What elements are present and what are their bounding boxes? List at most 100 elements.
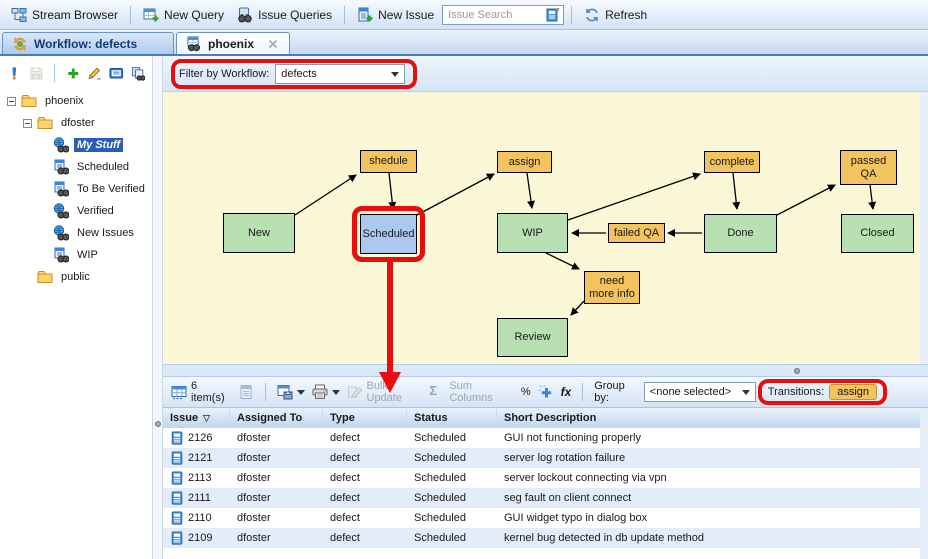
toolbar-separator xyxy=(265,383,266,401)
table-row-issue-2121[interactable]: 2121dfosterdefectScheduledserver log rot… xyxy=(163,448,920,468)
new-query-icon xyxy=(143,7,159,23)
new-query-label: New Query xyxy=(164,8,224,22)
toolbar-separator xyxy=(130,6,131,24)
tree-item-dfoster[interactable]: dfoster xyxy=(0,112,152,134)
group-by-dropdown[interactable]: <none selected> xyxy=(644,382,756,402)
issue-table-header: Issue ▽ Assigned To Type Status Short De… xyxy=(163,408,920,429)
issue-type: defect xyxy=(330,472,360,484)
new-issue-button[interactable]: New Issue xyxy=(352,5,439,25)
fx-button[interactable]: fx xyxy=(561,385,572,399)
6-item-s-button[interactable]: 6 item(s) xyxy=(171,380,231,404)
assigned-to: dfoster xyxy=(237,452,271,464)
node-label: need more info xyxy=(586,275,638,301)
stream-browser-button[interactable]: Stream Browser xyxy=(6,5,123,25)
table-row-issue-2113[interactable]: 2113dfosterdefectScheduledserver lockout… xyxy=(163,468,920,488)
workflow-state-node-wip[interactable]: WIP xyxy=(497,213,568,253)
issue-table-body: 2126dfosterdefectScheduledGUI not functi… xyxy=(163,428,920,559)
save-icon xyxy=(29,65,44,82)
add-icon[interactable] xyxy=(66,65,81,82)
-button[interactable]: % xyxy=(521,386,531,398)
sum-columns-button: ΣSum Columns xyxy=(429,380,513,404)
workflow-transition-node-shedule[interactable]: shedule xyxy=(360,150,417,173)
workflow-transition-node-complete[interactable]: complete xyxy=(704,151,760,173)
issue-search[interactable] xyxy=(442,5,564,25)
splitter-handle-icon[interactable] xyxy=(155,421,161,427)
add-columns-button[interactable] xyxy=(538,384,554,400)
column-header-assigned-to[interactable]: Assigned To xyxy=(230,408,323,428)
tree-item-scheduled[interactable]: Scheduled xyxy=(0,156,152,178)
workflow-transition-node-need-more-info[interactable]: need more info xyxy=(584,271,640,304)
main-panel: Filter by Workflow: defects shedule assig… xyxy=(163,56,928,559)
chevron-down-icon[interactable] xyxy=(332,390,340,399)
node-label: shedule xyxy=(369,155,408,168)
workflow-transition-node-passed-qa[interactable]: passed QA xyxy=(840,150,897,185)
group-by-group: Group by: <none selected> xyxy=(594,380,756,404)
workflow-transition-node-assign[interactable]: assign xyxy=(497,151,552,173)
issue-status: Scheduled xyxy=(414,472,466,484)
transition-assign-button[interactable]: assign xyxy=(829,384,877,400)
tree-item-my-stuff[interactable]: My Stuff xyxy=(0,134,152,156)
issue-number: 2121 xyxy=(188,452,212,464)
window-save-button[interactable] xyxy=(277,384,305,400)
workflow-state-node-new[interactable]: New xyxy=(223,213,295,253)
table-row-issue-2126[interactable]: 2126dfosterdefectScheduledGUI not functi… xyxy=(163,428,920,448)
tab-workflow-defects[interactable]: Workflow: defects xyxy=(2,32,174,54)
workflow-state-node-scheduled[interactable]: Scheduled xyxy=(360,214,417,254)
workflow-state-node-done[interactable]: Done xyxy=(704,214,777,253)
copy-query-icon[interactable] xyxy=(131,65,146,82)
sidebar-toolbar xyxy=(0,56,152,90)
chevron-down-icon[interactable] xyxy=(297,390,305,399)
printer-button[interactable] xyxy=(312,384,340,400)
collapse-icon[interactable] xyxy=(7,97,16,106)
table-row-issue-2110[interactable]: 2110dfosterdefectScheduledGUI widget typ… xyxy=(163,508,920,528)
tree-item-label: To Be Verified xyxy=(74,182,148,196)
column-header-short-description[interactable]: Short Description xyxy=(497,408,920,428)
table-row-issue-2109[interactable]: 2109dfosterdefectScheduledkernel bug det… xyxy=(163,528,920,548)
splitter-handle-icon[interactable] xyxy=(794,368,800,374)
table-row-issue-2111[interactable]: 2111dfosterdefectScheduledseg fault on c… xyxy=(163,488,920,508)
issue-search-go-icon[interactable] xyxy=(545,7,561,23)
refresh-button[interactable]: Refresh xyxy=(579,5,652,25)
stream-browser-icon xyxy=(11,7,27,23)
workflow-state-node-review[interactable]: Review xyxy=(497,318,568,357)
issue-number: 2126 xyxy=(188,432,212,444)
horizontal-splitter[interactable] xyxy=(163,364,928,377)
tree-item-new-issues[interactable]: New Issues xyxy=(0,222,152,244)
column-header-type[interactable]: Type xyxy=(323,408,407,428)
tree-item-to-be-verified[interactable]: To Be Verified xyxy=(0,178,152,200)
issue-search-input[interactable] xyxy=(445,9,545,21)
vertical-splitter[interactable] xyxy=(152,56,163,559)
tab-phoenix[interactable]: phoenix xyxy=(176,32,290,54)
group-by-value: <none selected> xyxy=(650,386,731,398)
filter-by-workflow-label: Filter by Workflow: xyxy=(179,68,269,80)
workflow-canvas[interactable]: shedule assign complete passed QA New Schedul… xyxy=(163,92,920,364)
issue-queries-button[interactable]: Issue Queries xyxy=(232,5,337,25)
new-issue-label: New Issue xyxy=(378,8,434,22)
6-item-s-label: 6 item(s) xyxy=(191,380,231,404)
tree-item-verified[interactable]: Verified xyxy=(0,200,152,222)
tree-item-wip[interactable]: WIP xyxy=(0,244,152,266)
application-window: Stream Browser New Query Issue Queries N… xyxy=(0,0,928,559)
column-header-issue[interactable]: Issue ▽ xyxy=(163,408,230,428)
short-description: seg fault on client connect xyxy=(504,492,631,504)
tree-item-public[interactable]: public xyxy=(0,266,152,288)
open-issue-icon[interactable] xyxy=(109,65,124,82)
edit-icon[interactable] xyxy=(87,65,102,82)
new-query-button[interactable]: New Query xyxy=(138,5,229,25)
tree-item-phoenix[interactable]: phoenix xyxy=(0,90,152,112)
sort-descending-icon[interactable]: ▽ xyxy=(203,413,210,424)
issue-doc-icon xyxy=(170,471,184,485)
doc-icon xyxy=(238,384,254,400)
node-label: New xyxy=(248,227,270,240)
issue-icon[interactable] xyxy=(7,65,22,82)
workflow-state-node-closed[interactable]: Closed xyxy=(841,214,914,253)
collapse-icon[interactable] xyxy=(23,119,32,128)
column-header-status[interactable]: Status xyxy=(407,408,497,428)
printer-icon xyxy=(312,384,328,400)
workflow-transition-node-failed-qa[interactable]: failed QA xyxy=(608,223,665,243)
workflow-filter-dropdown[interactable]: defects xyxy=(275,64,405,84)
refresh-icon xyxy=(584,7,600,23)
query-globe-icon xyxy=(53,225,69,241)
close-tab-icon[interactable] xyxy=(266,37,280,51)
query-tree: phoenixdfosterMy StuffScheduled To Be Ver… xyxy=(0,90,152,288)
